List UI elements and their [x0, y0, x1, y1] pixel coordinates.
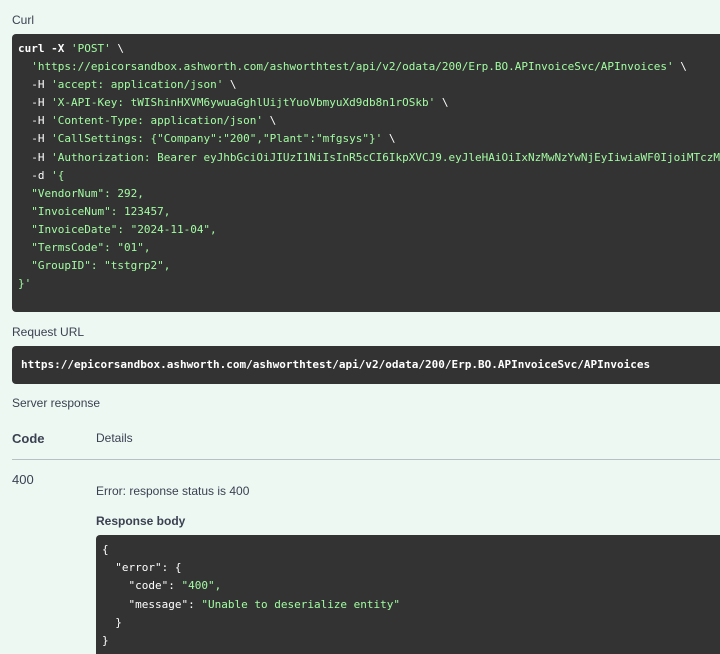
- response-body-block[interactable]: { "error": { "code": "400", "message": "…: [96, 535, 720, 654]
- line-continuation: \: [382, 132, 396, 146]
- resp-message-key: "message":: [128, 597, 202, 611]
- header-flag: -H: [31, 96, 52, 110]
- curl-body-close: }': [18, 277, 32, 291]
- curl-url: 'https://epicorsandbox.ashworth.com/ashw…: [31, 60, 674, 74]
- resp-open-brace: {: [102, 543, 109, 556]
- data-flag: -d: [31, 168, 52, 182]
- response-error-message: Error: response status is 400: [96, 484, 250, 498]
- curl-header-content-type: 'Content-Type: application/json': [51, 114, 264, 128]
- curl-body-invoice-date: "InvoiceDate": "2024-11-04",: [31, 222, 217, 236]
- resp-inner-close-brace: }: [115, 615, 122, 629]
- curl-header-call-settings: 'CallSettings: {"Company":"200","Plant":…: [51, 132, 383, 146]
- header-flag: -H: [31, 114, 52, 128]
- curl-body-group-id: "GroupID": "tstgrp2",: [31, 259, 171, 273]
- curl-header-accept: 'accept: application/json': [51, 78, 224, 92]
- curl-header-authorization: 'Authorization: Bearer eyJhbGciOiJIUzI1N…: [51, 150, 720, 164]
- resp-code-key: "code":: [128, 579, 182, 593]
- table-divider: [12, 459, 720, 460]
- code-column-header: Code: [12, 431, 45, 446]
- curl-command: curl -X: [18, 42, 71, 55]
- details-column-header: Details: [96, 431, 133, 445]
- resp-outer-close-brace: }: [102, 634, 109, 648]
- line-continuation: \: [435, 96, 449, 110]
- curl-method: 'POST': [70, 42, 111, 55]
- curl-body-vendor-num: "VendorNum": 292,: [31, 186, 144, 200]
- resp-code-value: "400",: [181, 579, 222, 593]
- curl-body-terms-code: "TermsCode": "01",: [31, 241, 151, 255]
- line-continuation: \: [223, 78, 237, 92]
- curl-body-open: '{: [51, 168, 65, 182]
- request-url-block[interactable]: https://epicorsandbox.ashworth.com/ashwo…: [12, 346, 720, 384]
- resp-message-value: "Unable to deserialize entity": [201, 597, 401, 611]
- curl-header-api-key: 'X-API-Key: tWIShinHXVM6ywuaGghlUijtYuoV…: [51, 96, 436, 110]
- request-url-label: Request URL: [12, 325, 85, 339]
- header-flag: -H: [31, 78, 52, 92]
- line-continuation: \: [673, 60, 687, 74]
- header-flag: -H: [31, 150, 52, 164]
- curl-label: Curl: [12, 13, 35, 27]
- response-status-code: 400: [12, 472, 34, 487]
- line-continuation: \: [263, 114, 277, 128]
- server-response-label: Server response: [12, 396, 101, 410]
- response-body-label: Response body: [96, 514, 186, 528]
- curl-body-invoice-num: "InvoiceNum": 123457,: [31, 204, 171, 218]
- curl-code-block[interactable]: curl -X 'POST' \ 'https://epicorsandbox.…: [12, 34, 720, 312]
- header-flag: -H: [31, 132, 52, 146]
- line-continuation: \: [110, 42, 124, 55]
- resp-error-key: "error": {: [115, 561, 182, 575]
- request-url-value: https://epicorsandbox.ashworth.com/ashwo…: [21, 358, 651, 371]
